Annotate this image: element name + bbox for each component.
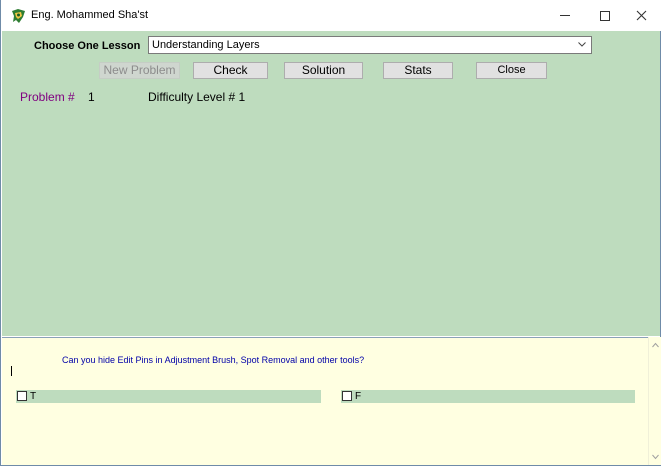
question-text: Can you hide Edit Pins in Adjustment Bru… [62,355,365,365]
answer-label-false: F [355,391,362,402]
question-panel[interactable]: Can you hide Edit Pins in Adjustment Bru… [2,337,648,465]
difficulty-level: Difficulty Level # 1 [148,90,246,104]
answer-option-true[interactable]: T [16,390,321,403]
answer-option-false[interactable]: F [341,390,635,403]
minimize-icon [560,15,570,16]
maximize-button[interactable] [585,0,625,31]
chevron-down-icon [578,42,586,47]
lesson-dropdown[interactable]: Understanding Layers [148,36,592,54]
close-button[interactable]: Close [476,62,547,79]
maximize-icon [600,10,610,21]
scroll-down-icon[interactable] [652,454,659,460]
scroll-up-icon[interactable] [652,342,659,348]
problem-label: Problem # [20,90,75,104]
answer-label-true: T [30,391,37,402]
title-bar[interactable]: Eng. Mohammed Sha'st [1,0,661,31]
close-icon [636,10,646,21]
app-icon [12,9,25,23]
lesson-label: Choose One Lesson [34,40,141,52]
checkbox-false[interactable] [342,391,352,401]
vertical-scrollbar[interactable] [648,337,661,465]
lesson-selected-value: Understanding Layers [152,39,260,51]
text-caret [11,366,12,376]
stats-button[interactable]: Stats [383,62,453,79]
close-window-button[interactable] [621,0,661,31]
check-button[interactable]: Check [193,62,268,79]
solution-button[interactable]: Solution [284,62,363,79]
lesson-panel: Choose One Lesson Understanding Layers N… [2,31,660,336]
new-problem-button[interactable]: New Problem [99,62,180,79]
window-title: Eng. Mohammed Sha'st [31,9,149,21]
minimize-button[interactable] [545,0,585,31]
checkbox-true[interactable] [17,391,27,401]
app-window: Eng. Mohammed Sha'st Choose One Lesson U… [0,0,661,466]
problem-number: 1 [88,90,95,104]
